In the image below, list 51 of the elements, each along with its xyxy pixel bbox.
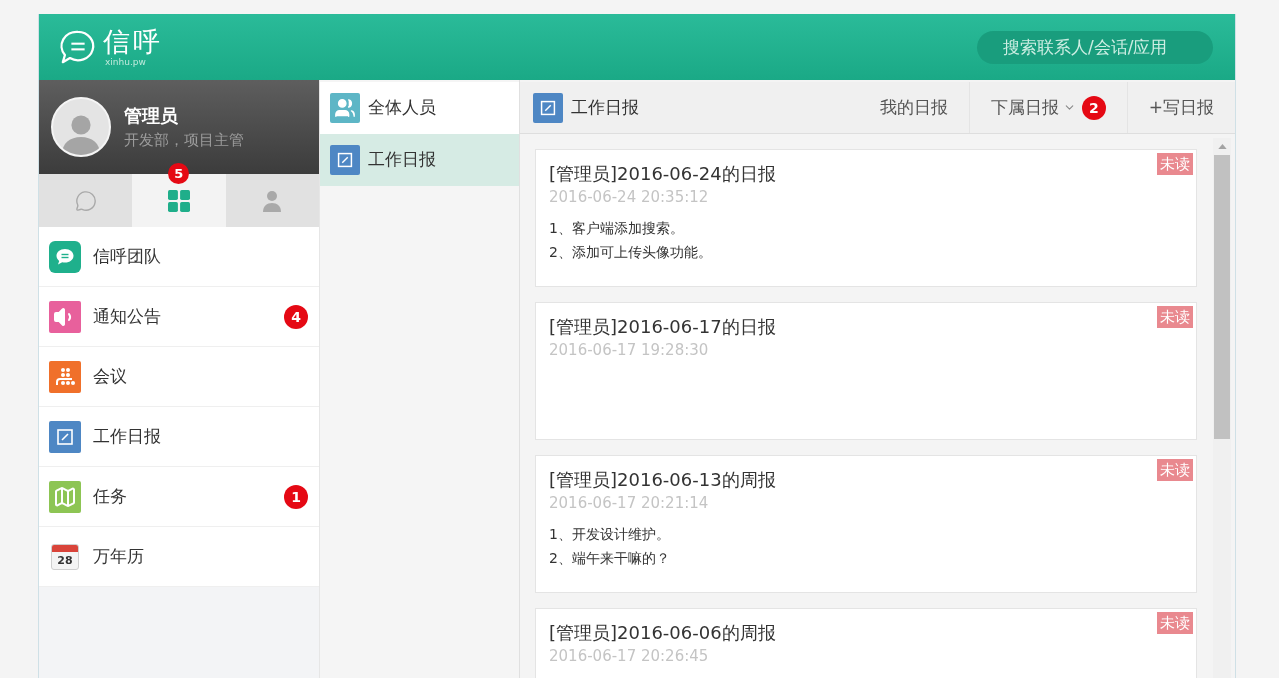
edit-square-icon xyxy=(533,92,563,123)
user-role: 开发部，项目主管 xyxy=(124,130,244,150)
sidebar-item[interactable]: 信呼团队 xyxy=(39,227,319,287)
report-time: 2016-06-17 20:26:45 xyxy=(549,646,709,666)
logo-title: 信呼 xyxy=(103,27,163,57)
report-title: [管理员]2016-06-06的周报 xyxy=(549,621,776,645)
grid-icon xyxy=(168,189,190,212)
report-line: 2、添加可上传头像功能。 xyxy=(549,243,712,262)
chat-logo-icon xyxy=(59,29,97,65)
module-item[interactable]: 工作日报 xyxy=(320,134,519,186)
sidebar-tab[interactable] xyxy=(225,174,319,227)
report-time: 2016-06-17 20:21:14 xyxy=(549,493,709,513)
status-tag: 未读 xyxy=(1157,306,1193,328)
count-badge: 4 xyxy=(284,304,308,329)
report-line: 1、客户端添加搜索。 xyxy=(549,219,684,238)
report-title: [管理员]2016-06-24的日报 xyxy=(549,162,776,186)
report-card[interactable]: [管理员]2016-06-17的日报 2016-06-17 19:28:30 未读 xyxy=(535,302,1197,440)
calendar-icon: 28 xyxy=(51,543,79,570)
report-card[interactable]: [管理员]2016-06-24的日报 2016-06-24 20:35:12 1、客户端添加搜索。 2、添加可上传头像功能。 未读 xyxy=(535,149,1197,287)
sidebar-item[interactable]: 会议 xyxy=(39,347,319,407)
report-card[interactable]: [管理员]2016-06-13的周报 2016-06-17 20:21:14 1、开发设计维护。 2、端午来干嘛的？ 未读 xyxy=(535,455,1197,593)
sidebar-item[interactable]: 任务 1 xyxy=(39,467,319,527)
sidebar-item[interactable]: 通知公告 4 xyxy=(39,287,319,347)
chat-bubble-icon xyxy=(74,189,97,212)
sidebar-item[interactable]: 28 万年历 xyxy=(39,527,319,587)
count-badge: 1 xyxy=(284,484,308,509)
toolbar-link[interactable]: 我的日报 xyxy=(858,82,969,133)
report-time: 2016-06-17 19:28:30 xyxy=(549,340,709,360)
status-tag: 未读 xyxy=(1157,153,1193,175)
report-time: 2016-06-24 20:35:12 xyxy=(549,187,709,207)
toolbar-link[interactable]: 下属日报 2 xyxy=(968,82,1127,133)
sidebar-item[interactable]: 工作日报 xyxy=(39,407,319,467)
status-tag: 未读 xyxy=(1157,612,1193,634)
module-item[interactable]: 全体人员 xyxy=(320,82,519,134)
report-line: 1、开发设计维护。 xyxy=(549,525,670,544)
report-title: [管理员]2016-06-17的日报 xyxy=(549,315,776,339)
report-line: 2、端午来干嘛的？ xyxy=(549,549,670,568)
scroll-up-arrow-icon[interactable] xyxy=(1217,144,1227,149)
person-icon xyxy=(262,189,283,212)
avatar xyxy=(51,97,111,157)
report-card[interactable]: [管理员]2016-06-06的周报 2016-06-17 20:26:45 未读 xyxy=(535,608,1197,678)
scrollbar[interactable] xyxy=(1213,138,1231,678)
scrollbar-thumb[interactable] xyxy=(1214,155,1230,439)
report-title: [管理员]2016-06-13的周报 xyxy=(549,468,776,492)
search-field[interactable]: 搜索联系人/会话/应用 xyxy=(977,30,1213,64)
count-badge: 2 xyxy=(1081,95,1106,120)
user-name: 管理员 xyxy=(124,104,178,128)
logo-subtitle: xinhu.pw xyxy=(104,57,146,67)
status-tag: 未读 xyxy=(1157,459,1193,481)
page-title: 工作日报 xyxy=(571,95,639,119)
toolbar-link[interactable]: +写日报 xyxy=(1126,82,1235,133)
